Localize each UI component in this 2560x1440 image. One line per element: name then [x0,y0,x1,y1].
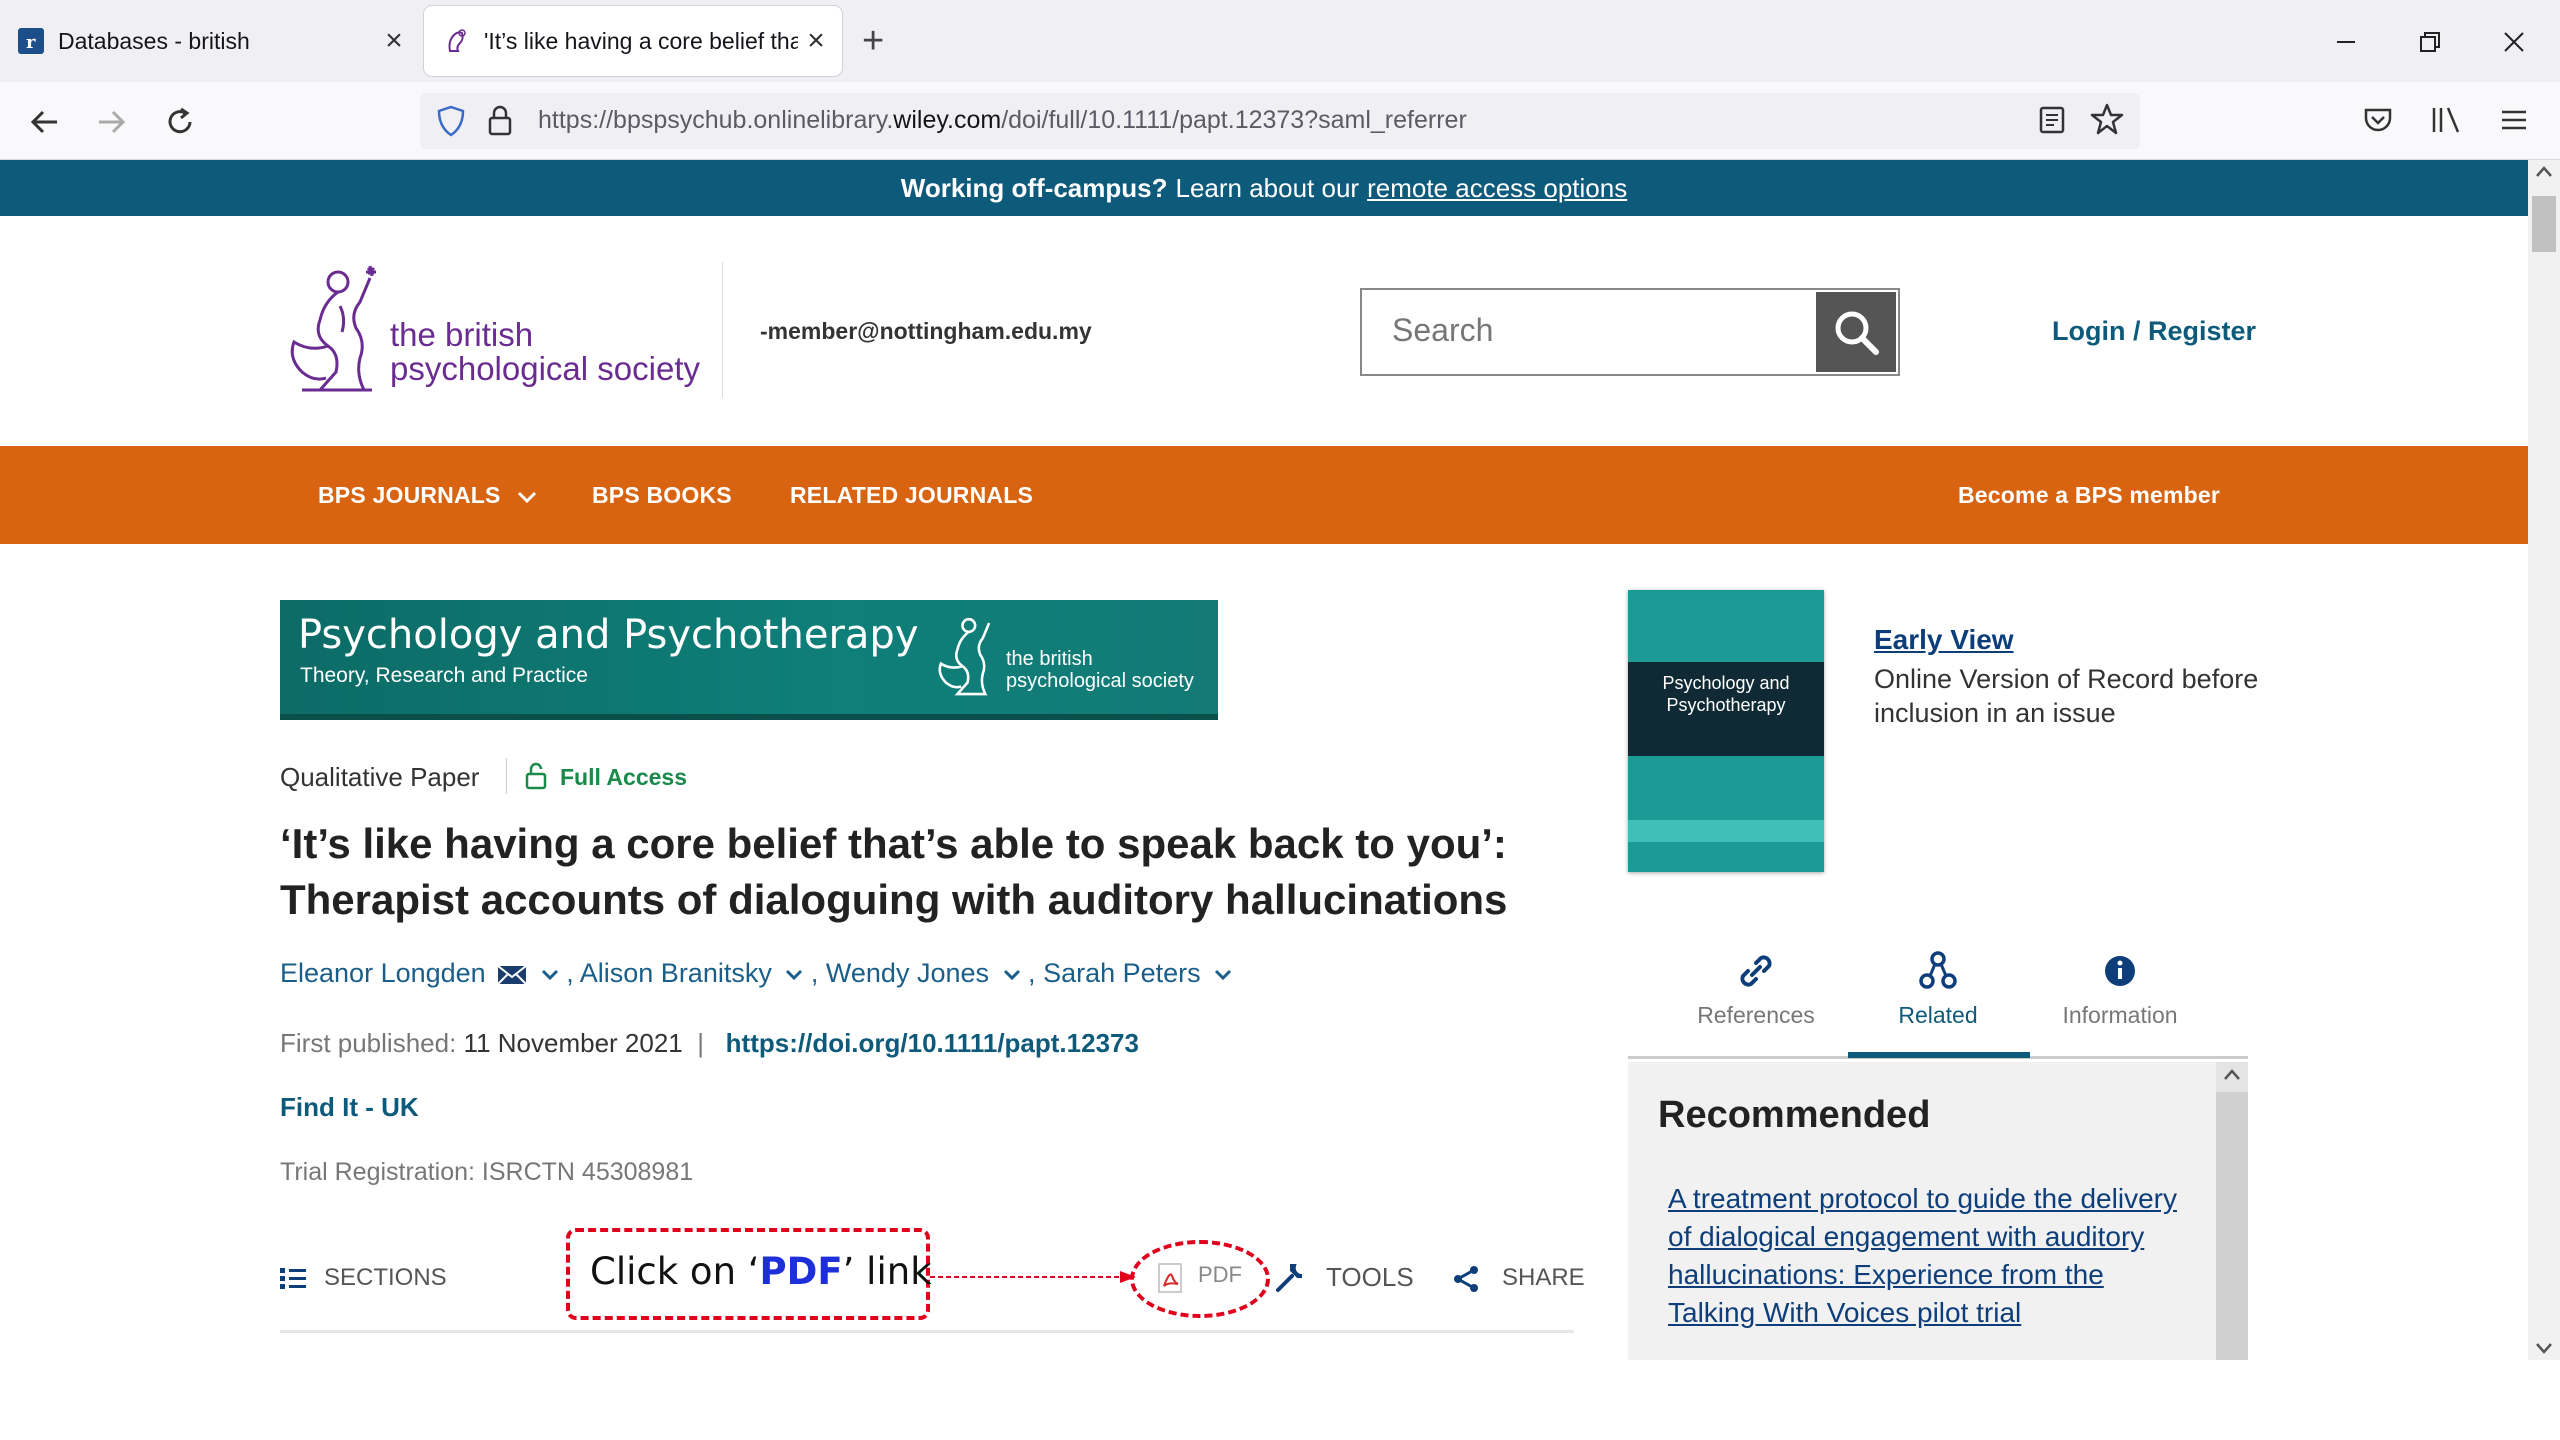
article-title: ‘It’s like having a core belief that’s a… [280,820,1508,923]
journal-title: Psychology and Psychotherapy [298,612,919,658]
publication-info: First published: 11 November 2021 | http… [280,1028,1139,1058]
paper-type: Qualitative Paper [280,762,480,792]
scroll-up-icon[interactable] [2532,160,2556,184]
journal-subtitle: Theory, Research and Practice [300,664,588,687]
tab-close-icon[interactable]: × [798,24,834,58]
tab-favicon-icon: r [18,28,44,54]
tab-related[interactable]: Related [1848,950,2028,1029]
early-view-link[interactable]: Early View [1874,624,2014,656]
chevron-down-icon[interactable] [1003,969,1021,981]
doi-link[interactable]: https://doi.org/10.1111/papt.12373 [726,1028,1139,1058]
meta-divider [506,758,507,794]
annotation-text: Click on ‘PDF’ link [590,1250,932,1293]
pocket-icon[interactable] [2362,104,2394,136]
chevron-down-icon[interactable] [785,969,803,981]
url-text[interactable]: https://bpspsychub.onlinelibrary.wiley.c… [538,106,1467,135]
author-link[interactable]: Wendy Jones [826,958,989,988]
nav-bps-books[interactable]: BPS BOOKS [592,482,732,509]
new-tab-plus-icon[interactable]: + [862,22,884,60]
header-divider [722,262,723,398]
author-link[interactable]: Alison Branitsky [580,958,772,988]
author-list: Eleanor Longden , Alison Branitsky , Wen… [280,958,1232,989]
cover-footer-band [1628,820,1824,842]
link-chain-icon [1740,955,1772,987]
bps-logo-text[interactable]: the british psychological society [390,318,700,386]
cover-title: Psychology and Psychotherapy [1662,673,1790,715]
tab-references[interactable]: References [1666,950,1846,1029]
author-link[interactable]: Sarah Peters [1043,958,1201,988]
scroll-up-icon[interactable] [2220,1064,2244,1086]
annotation-arrow [930,1270,1138,1284]
open-lock-icon [524,762,548,790]
search-icon [1835,311,1879,355]
sections-button[interactable]: SECTIONS [324,1264,447,1292]
active-tab-indicator [1848,1052,2030,1058]
bps-logo-figure-icon[interactable] [280,262,384,398]
banner-text: Learn about our [1175,172,1360,203]
tracking-shield-icon[interactable] [434,104,468,138]
library-icon[interactable] [2430,104,2464,136]
chevron-down-icon[interactable] [541,969,559,981]
nav-related-journals[interactable]: RELATED JOURNALS [790,482,1033,509]
search-button[interactable] [1816,292,1896,372]
info-icon [2105,956,2135,986]
search-input[interactable]: Search [1392,312,1493,349]
restore-icon[interactable] [2410,22,2450,62]
recommended-scrollbar-thumb[interactable] [2216,1092,2248,1360]
institution-member: -member@nottingham.edu.my [760,318,1092,344]
tab-information[interactable]: Information [2030,950,2210,1029]
minimize-icon[interactable] [2326,22,2366,62]
page-scrollbar[interactable] [2528,160,2560,1360]
reload-icon[interactable] [158,100,202,144]
trial-registration: Trial Registration: ISRCTN 45308981 [280,1158,694,1186]
become-member-link[interactable]: Become a BPS member [1958,482,2220,509]
journal-society-text: the british psychological society [1006,648,1194,692]
share-icon[interactable] [1452,1264,1482,1294]
login-register-link[interactable]: Login / Register [2052,316,2256,347]
browser-tab-databases[interactable]: r Databases - british × [0,6,420,76]
window-close-icon[interactable] [2494,22,2534,62]
chevron-down-icon[interactable] [1214,969,1232,981]
tab-title: Databases - british [58,27,250,54]
remote-access-link[interactable]: remote access options [1367,173,1627,204]
nav-bps-journals[interactable]: BPS JOURNALS [318,482,537,509]
reader-view-icon[interactable] [2036,104,2068,136]
banner-heading: Working off-campus? [900,172,1168,203]
share-button[interactable]: SHARE [1502,1264,1585,1292]
wrench-icon[interactable] [1272,1260,1308,1296]
tab-close-icon[interactable]: × [376,24,412,58]
off-campus-banner: Working off-campus? Learn about our remo… [0,160,2528,216]
tools-button[interactable]: TOOLS [1326,1262,1414,1293]
email-icon[interactable] [497,964,527,986]
forward-arrow-icon[interactable] [90,100,134,144]
tab-title: 'It’s like having a core belief tha [484,27,798,54]
lock-icon[interactable] [484,104,518,138]
publication-date: 11 November 2021 [463,1028,683,1058]
svg-text:r: r [26,32,36,53]
menu-hamburger-icon[interactable] [2498,104,2530,136]
related-nodes-icon [1919,951,1957,989]
browser-tab-article[interactable]: 'It’s like having a core belief tha × [424,6,842,76]
back-arrow-icon[interactable] [22,100,66,144]
author-link[interactable]: Eleanor Longden [280,958,486,988]
early-view-description: Online Version of Record before inclusio… [1874,664,2259,728]
bookmark-star-icon[interactable] [2090,102,2124,136]
find-it-link[interactable]: Find It - UK [280,1092,419,1123]
recommended-article-link[interactable]: A treatment protocol to guide the delive… [1668,1180,2188,1332]
access-badge: Full Access [560,764,687,790]
tab-favicon-icon [442,27,470,55]
page-scrollbar-thumb[interactable] [2532,196,2556,252]
annotation-highlight-ellipse [1130,1240,1270,1318]
chevron-down-icon [518,491,537,504]
list-icon[interactable] [280,1266,306,1290]
toolbar-divider [280,1330,1574,1333]
journal-bps-logo-icon [932,610,998,702]
scroll-down-icon[interactable] [2532,1336,2556,1360]
recommended-heading: Recommended [1658,1094,1931,1136]
